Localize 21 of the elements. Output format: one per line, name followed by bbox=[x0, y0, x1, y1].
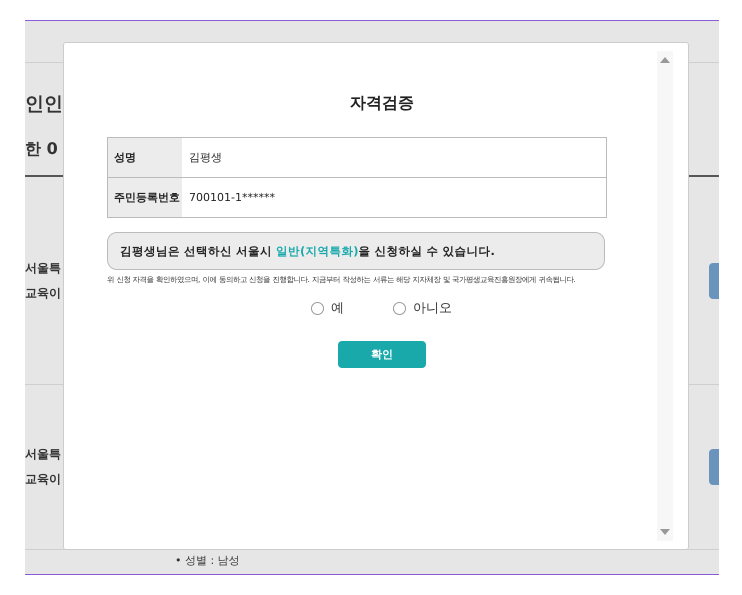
scroll-down-icon[interactable] bbox=[660, 529, 670, 535]
side-button[interactable] bbox=[709, 449, 719, 485]
program-title: 서울특 bbox=[25, 446, 61, 463]
program-title: 교육이 bbox=[25, 284, 61, 302]
eligibility-notice: 김평생님은 선택하신 서울시 일반(지역특화)을 신청하실 수 있습니다. bbox=[107, 232, 605, 270]
program-title: 서울특 bbox=[25, 260, 61, 276]
program-title: 교육이 bbox=[25, 471, 61, 488]
page-heading: 인인 bbox=[25, 92, 63, 117]
field-label: 성명 bbox=[108, 138, 182, 177]
radio-label[interactable]: 아니오 bbox=[413, 299, 452, 317]
page-subheading: 한 0 bbox=[25, 139, 58, 160]
detail-text: • 성별 : 남성 bbox=[175, 554, 240, 567]
dialog-title: 자격검증 bbox=[350, 93, 414, 114]
field-label: 주민등록번호 bbox=[108, 178, 182, 217]
scroll-up-icon[interactable] bbox=[660, 57, 670, 63]
field-value: 김평생 bbox=[188, 150, 223, 166]
side-button[interactable] bbox=[709, 262, 719, 298]
radio-button[interactable] bbox=[393, 302, 406, 314]
field-value: 700101-1****** bbox=[188, 190, 276, 206]
radio-label[interactable]: 예 bbox=[331, 299, 344, 317]
radio-button[interactable] bbox=[311, 302, 324, 314]
